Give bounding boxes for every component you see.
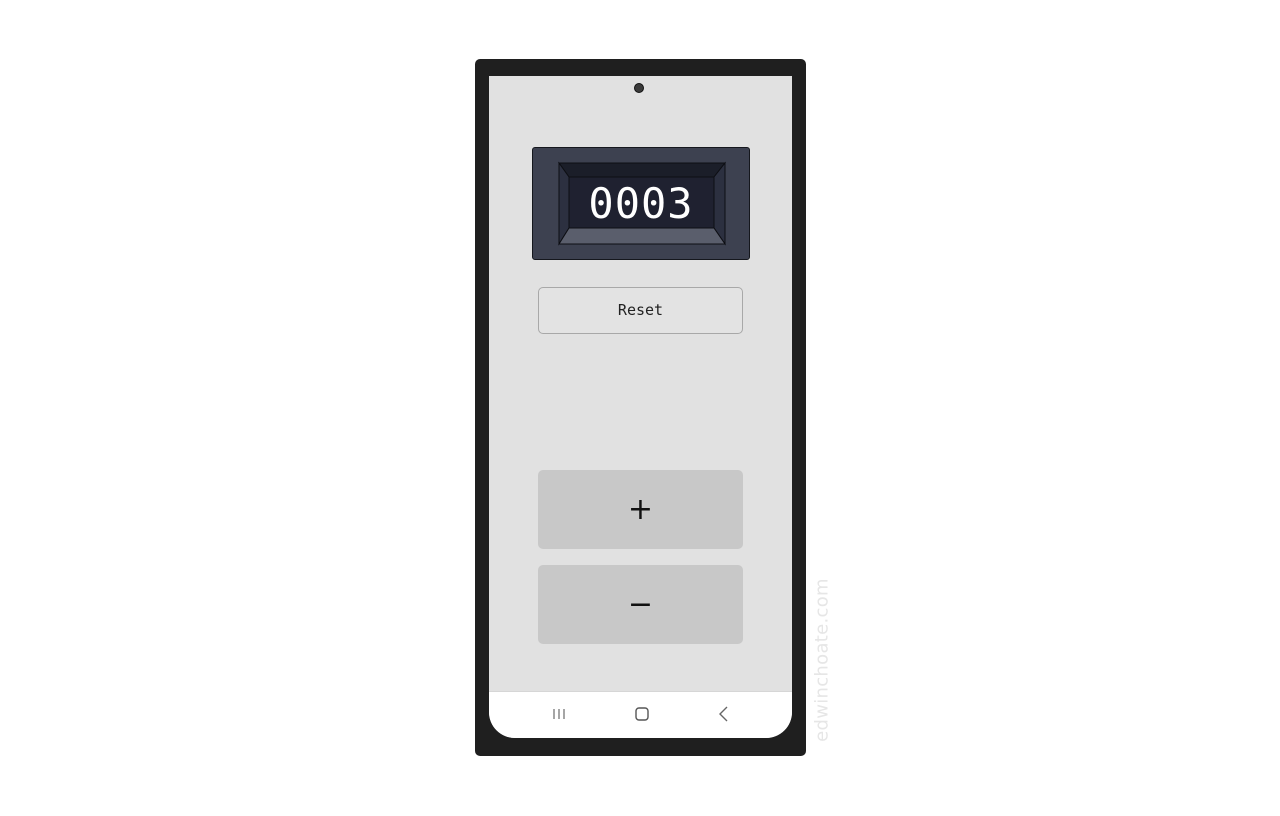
tally-counter-display: 0003	[532, 147, 750, 260]
reset-button[interactable]: Reset	[538, 287, 743, 334]
phone-frame: 0003 Reset + −	[475, 59, 806, 756]
back-icon[interactable]	[717, 706, 731, 727]
watermark-text: edwinchoate.com	[811, 578, 833, 742]
front-camera	[634, 83, 644, 93]
decrement-button[interactable]: −	[538, 565, 743, 644]
watermark: edwinchoate.com	[811, 572, 833, 748]
recent-apps-icon[interactable]	[552, 706, 566, 727]
android-navigation-bar	[489, 691, 792, 738]
increment-button[interactable]: +	[538, 470, 743, 549]
counter-value: 0003	[588, 179, 694, 228]
stage: 0003 Reset + − edwinchoate.com	[0, 0, 1280, 816]
home-icon[interactable]	[634, 706, 650, 727]
phone-screen: 0003 Reset + −	[489, 76, 792, 738]
